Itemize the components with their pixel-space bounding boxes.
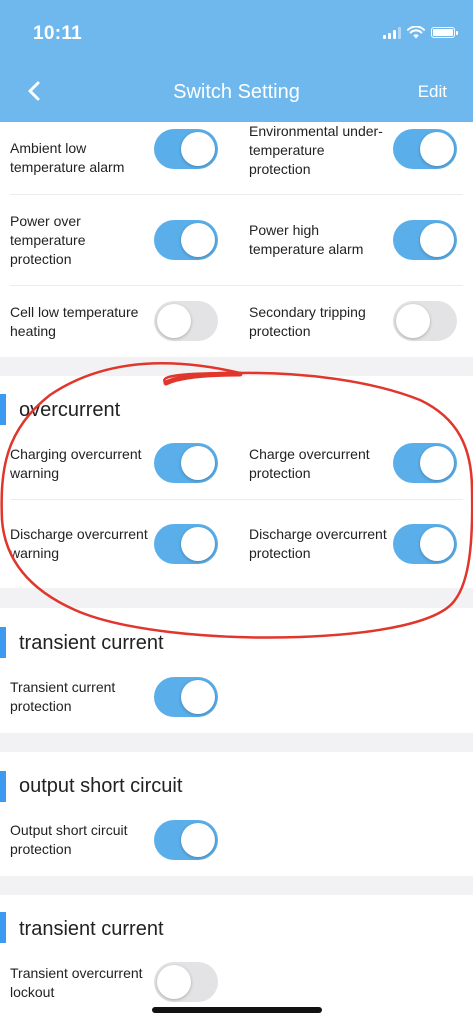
transient-current-section-2: transient current Transient overcurrent …	[0, 895, 473, 1024]
setting-label: Power over temperature protection	[10, 212, 86, 267]
setting-label: Charge overcurrent protection	[249, 446, 370, 481]
section-accent-bar	[0, 394, 6, 425]
cellular-signal-icon	[383, 26, 401, 39]
settings-row: Power over temperature protection Power …	[0, 195, 473, 285]
setting-label: Secondary tripping protection	[249, 304, 366, 339]
setting-label: Discharge overcurrent protection	[249, 526, 387, 561]
setting-label: Environmental under-temperature protecti…	[249, 122, 383, 177]
output-short-circuit-section: output short circuit Output short circui…	[0, 752, 473, 876]
home-indicator[interactable]	[152, 1007, 322, 1013]
discharge-overcurrent-warning-toggle[interactable]	[154, 524, 218, 564]
status-time: 10:11	[33, 23, 83, 44]
settings-row: Ambient low temperature alarm Environmen…	[0, 122, 473, 194]
toggle-knob	[181, 823, 215, 857]
toggle-knob	[420, 527, 454, 561]
battery-icon	[431, 27, 458, 38]
toggle-knob	[181, 527, 215, 561]
temperature-settings-card: Ambient low temperature alarm Environmen…	[0, 122, 473, 357]
page-title: Switch Setting	[173, 81, 300, 103]
toggle-knob	[181, 132, 215, 166]
ambient-low-temp-alarm-toggle[interactable]	[154, 129, 218, 169]
power-over-temp-protection-toggle[interactable]	[154, 220, 218, 260]
setting-label: Discharge overcurrent warning	[10, 526, 148, 561]
discharge-overcurrent-protection-toggle[interactable]	[393, 524, 457, 564]
setting-label: Ambient low temperature alarm	[10, 140, 125, 175]
toggle-knob	[181, 446, 215, 480]
toggle-knob	[181, 223, 215, 257]
status-icons	[383, 26, 458, 39]
toggle-knob	[420, 132, 454, 166]
section-accent-bar	[0, 771, 6, 802]
toggle-knob	[396, 304, 430, 338]
environmental-under-temp-protection-toggle[interactable]	[393, 129, 457, 169]
section-title: overcurrent	[19, 399, 121, 421]
output-short-circuit-protection-toggle[interactable]	[154, 820, 218, 860]
section-accent-bar	[0, 627, 6, 658]
charging-overcurrent-warning-toggle[interactable]	[154, 443, 218, 483]
toggle-knob	[157, 304, 191, 338]
overcurrent-section: overcurrent Charging overcurrent warning…	[0, 376, 473, 588]
section-title: transient current	[19, 918, 164, 940]
power-high-temp-alarm-toggle[interactable]	[393, 220, 457, 260]
settings-row: Discharge overcurrent warning Discharge …	[0, 500, 473, 588]
wifi-icon	[407, 26, 425, 39]
toggle-knob	[157, 965, 191, 999]
transient-overcurrent-lockout-toggle[interactable]	[154, 962, 218, 1002]
cell-low-temp-heating-toggle[interactable]	[154, 301, 218, 341]
setting-label: Charging overcurrent warning	[10, 446, 142, 481]
setting-label: Transient current protection	[10, 679, 116, 714]
settings-row: Charging overcurrent warning Charge over…	[0, 426, 473, 499]
secondary-tripping-protection-toggle[interactable]	[393, 301, 457, 341]
toggle-knob	[420, 223, 454, 257]
setting-label: Power high temperature alarm	[249, 222, 364, 257]
transient-current-protection-toggle[interactable]	[154, 677, 218, 717]
setting-label: Output short circuit protection	[10, 822, 128, 857]
setting-label: Transient overcurrent lockout	[10, 965, 143, 1000]
charge-overcurrent-protection-toggle[interactable]	[393, 443, 457, 483]
section-title: transient current	[19, 632, 164, 654]
section-accent-bar	[0, 912, 6, 943]
section-title: output short circuit	[19, 775, 183, 797]
transient-current-section: transient current Transient current prot…	[0, 608, 473, 733]
app-header: 10:11 Switch Setting Edit	[0, 0, 473, 122]
edit-button[interactable]: Edit	[418, 82, 447, 102]
setting-label: Cell low temperature heating	[10, 304, 139, 339]
settings-row: Cell low temperature heating Secondary t…	[0, 286, 473, 357]
toggle-knob	[420, 446, 454, 480]
toggle-knob	[181, 680, 215, 714]
